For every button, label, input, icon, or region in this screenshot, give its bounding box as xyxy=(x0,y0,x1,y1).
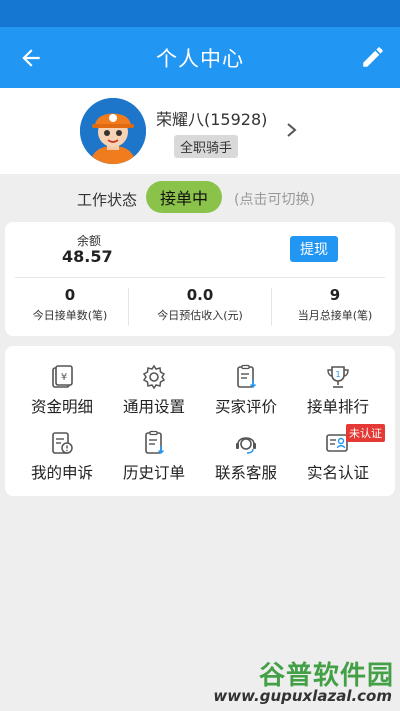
menu-item-label: 联系客服 xyxy=(214,464,277,482)
menu-item-appeals[interactable]: 我的申诉 xyxy=(14,430,110,483)
stat-label: 今日接单数(笔) xyxy=(32,309,108,322)
stat-today-income: 0.0 今日预估收入(元) xyxy=(135,286,265,323)
order-history-icon xyxy=(145,430,165,455)
customer-service-icon xyxy=(236,437,256,454)
menu-item-fund-details[interactable]: ¥ 资金明细 xyxy=(14,364,110,417)
menu-item-label: 资金明细 xyxy=(30,398,93,416)
back-arrow-icon[interactable] xyxy=(18,45,44,71)
menu-item-label: 历史订单 xyxy=(122,464,185,482)
work-status-toggle[interactable]: 接单中 xyxy=(146,181,222,213)
rider-avatar-icon xyxy=(80,98,146,164)
unverified-tag: 未认证 xyxy=(346,424,385,442)
stat-value: 9 xyxy=(329,286,341,304)
menu-item-label: 通用设置 xyxy=(122,398,185,416)
stat-label: 今日预估收入(元) xyxy=(157,309,243,322)
role-badge: 全职骑手 xyxy=(174,135,239,158)
menu-item-label: 我的申诉 xyxy=(30,464,93,482)
chevron-right-icon[interactable] xyxy=(285,122,299,138)
menu-item-ranking[interactable]: 1 接单排行 xyxy=(290,364,386,417)
balance-card: 余额 48.57 提现 0 今日接单数(笔) 0.0 今日预估收入(元) 9 当… xyxy=(5,222,395,336)
divider xyxy=(15,277,385,278)
pencil-icon[interactable] xyxy=(360,44,386,70)
menu-item-buyer-reviews[interactable]: 买家评价 xyxy=(198,364,294,417)
divider xyxy=(128,288,129,326)
watermark-url: www.gupuxlazal.com xyxy=(213,687,392,705)
watermark: 谷普软件园 www.gupuxlazal.com xyxy=(212,655,394,705)
gear-icon xyxy=(142,364,166,390)
stat-today-orders: 0 今日接单数(笔) xyxy=(5,286,135,323)
menu-item-label: 接单排行 xyxy=(306,398,369,416)
stat-value: 0 xyxy=(64,286,76,304)
page-title: 个人中心 xyxy=(156,46,244,71)
svg-text:¥: ¥ xyxy=(61,372,67,383)
work-status-row: 工作状态 接单中 (点击可切换) xyxy=(0,178,400,218)
status-bar xyxy=(0,0,400,27)
stat-label: 当月总接单(笔) xyxy=(297,309,373,322)
menu-item-label: 买家评价 xyxy=(214,398,277,416)
menu-item-label: 实名认证 xyxy=(306,464,369,482)
stat-month-orders: 9 当月总接单(笔) xyxy=(270,286,400,323)
profile-header[interactable]: 荣耀八(15928) 全职骑手 xyxy=(0,88,400,174)
appeal-icon xyxy=(52,432,73,454)
work-status-label: 工作状态 xyxy=(77,191,138,209)
menu-item-settings[interactable]: 通用设置 xyxy=(106,364,202,417)
svg-text:1: 1 xyxy=(335,370,340,379)
menu-card: ¥ 资金明细 通用设置 买家评价 1 接单排行 我的申诉 历史订单 联系客服 实… xyxy=(5,346,395,496)
avatar xyxy=(80,98,146,164)
trophy-icon: 1 xyxy=(327,366,349,388)
stat-value: 0.0 xyxy=(186,286,214,304)
withdraw-button[interactable]: 提现 xyxy=(290,236,338,262)
wallet-icon: ¥ xyxy=(52,365,73,388)
user-name: 荣耀八(15928) xyxy=(156,110,268,129)
work-status-hint: (点击可切换) xyxy=(234,192,315,208)
balance-value: 48.57 xyxy=(62,247,113,266)
app-bar: 个人中心 xyxy=(0,27,400,88)
menu-item-order-history[interactable]: 历史订单 xyxy=(106,430,202,483)
menu-item-customer-service[interactable]: 联系客服 xyxy=(198,430,294,483)
clipboard-icon xyxy=(237,364,257,389)
